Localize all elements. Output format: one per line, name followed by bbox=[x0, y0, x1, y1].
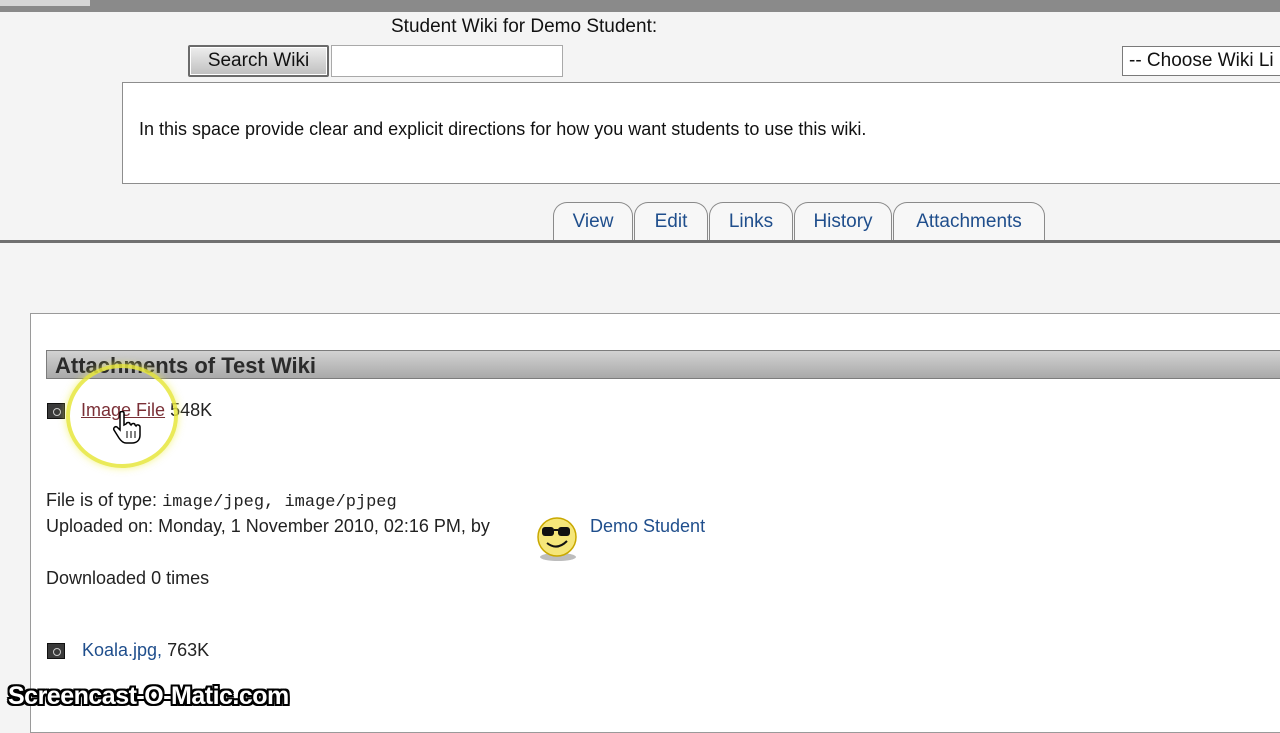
attachment-link-koala[interactable]: Koala.jpg, bbox=[82, 640, 162, 660]
attachment-size: 763K bbox=[167, 640, 210, 660]
screencast-watermark: Screencast-O-Matic.com bbox=[8, 682, 289, 710]
attachments-header: Attachments of Test Wiki bbox=[46, 350, 1280, 379]
uploader-name-link[interactable]: Demo Student bbox=[590, 516, 705, 536]
file-icon bbox=[47, 403, 65, 419]
top-bar-segment bbox=[0, 0, 90, 6]
tab-attachments[interactable]: Attachments bbox=[893, 202, 1045, 240]
downloaded-count: Downloaded 0 times bbox=[46, 568, 210, 588]
attachments-title: Attachments of Test Wiki bbox=[55, 353, 316, 378]
file-type-label: File is of type: bbox=[46, 490, 158, 510]
tab-edit[interactable]: Edit bbox=[634, 202, 708, 240]
directions-box: In this space provide clear and explicit… bbox=[122, 82, 1280, 184]
attachment-size: 548K bbox=[170, 400, 213, 420]
tab-view[interactable]: View bbox=[553, 202, 633, 240]
file-type-line: File is of type: image/jpeg, image/pjpeg bbox=[46, 490, 397, 512]
file-type-value: image/jpeg, image/pjpeg bbox=[162, 493, 397, 512]
wiki-heading: Student Wiki for Demo Student: bbox=[391, 16, 658, 37]
search-input[interactable] bbox=[331, 45, 563, 77]
uploader-link: Demo Student bbox=[590, 516, 705, 537]
uploaded-on-text: Uploaded on: Monday, 1 November 2010, 02… bbox=[46, 516, 490, 536]
choose-wiki-link-select[interactable]: -- Choose Wiki Li bbox=[1122, 46, 1280, 76]
tab-rule bbox=[0, 240, 1280, 243]
smiley-avatar-icon[interactable] bbox=[533, 513, 581, 561]
directions-text: In this space provide clear and explicit… bbox=[139, 119, 867, 139]
tab-links[interactable]: Links bbox=[709, 202, 793, 240]
search-wiki-button[interactable]: Search Wiki bbox=[188, 45, 329, 77]
file-icon bbox=[47, 643, 65, 659]
attachment-item: Koala.jpg, 763K bbox=[82, 640, 209, 661]
tab-history[interactable]: History bbox=[794, 202, 892, 240]
hand-pointer-icon bbox=[113, 411, 141, 444]
attachment-item: Image File 548K bbox=[81, 400, 212, 421]
window-top-bar bbox=[0, 0, 1280, 12]
